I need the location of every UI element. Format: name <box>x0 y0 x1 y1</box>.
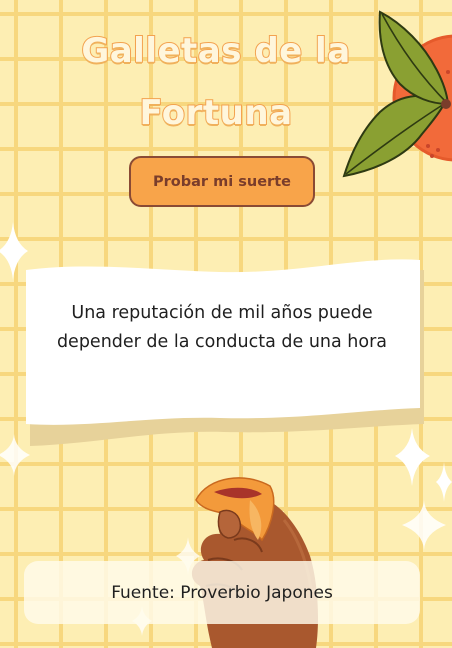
fortune-quote: Una reputación de mil años puede depende… <box>56 303 388 352</box>
source-text: Fuente: Proverbio Japones <box>111 582 333 603</box>
source-panel: Fuente: Proverbio Japones <box>24 561 420 624</box>
